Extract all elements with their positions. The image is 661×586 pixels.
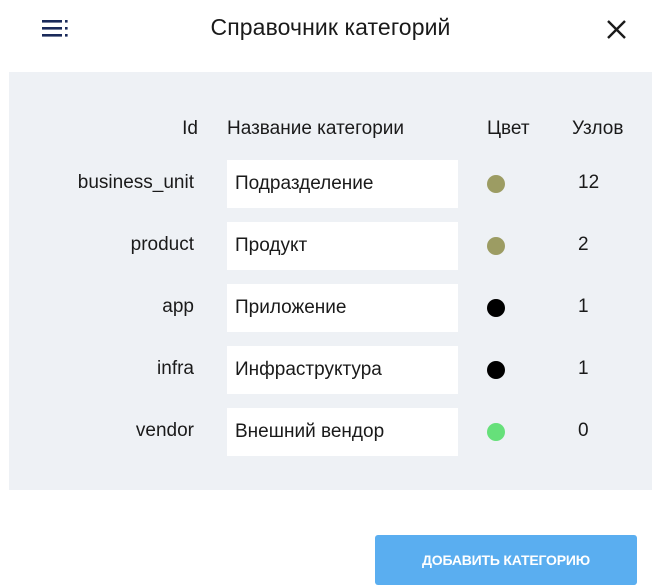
dialog-title: Справочник категорий — [210, 14, 451, 40]
category-id: infra — [157, 358, 194, 379]
category-color-swatch[interactable] — [487, 423, 505, 441]
category-name-input[interactable] — [227, 346, 458, 394]
category-id: vendor — [135, 420, 194, 441]
category-node-count: 12 — [578, 172, 600, 193]
table-row: infra 1 — [0, 346, 661, 394]
column-header-id: Id — [182, 118, 198, 139]
column-header-color: Цвет — [487, 118, 530, 139]
category-color-swatch[interactable] — [487, 237, 505, 255]
category-name-input[interactable] — [227, 160, 458, 208]
category-color-swatch[interactable] — [487, 361, 505, 379]
category-id: app — [162, 296, 194, 317]
category-name-input[interactable] — [227, 284, 458, 332]
category-name-input[interactable] — [227, 222, 458, 270]
close-button[interactable] — [600, 12, 634, 46]
column-header-name: Название категории — [227, 118, 404, 139]
table-row: vendor 0 — [0, 408, 661, 456]
table-row: app 1 — [0, 284, 661, 332]
table-row: business_unit 12 — [0, 160, 661, 208]
category-color-swatch[interactable] — [487, 299, 505, 317]
category-id: product — [130, 234, 194, 255]
category-node-count: 2 — [578, 234, 589, 255]
column-header-count: Узлов — [572, 118, 624, 139]
category-node-count: 1 — [578, 358, 589, 379]
close-icon — [607, 20, 626, 39]
category-color-swatch[interactable] — [487, 175, 505, 193]
category-name-input[interactable] — [227, 408, 458, 456]
category-node-count: 0 — [578, 420, 589, 441]
dialog-header: Справочник категорий — [0, 0, 661, 56]
category-node-count: 1 — [578, 296, 589, 317]
table-row: product 2 — [0, 222, 661, 270]
category-id: business_unit — [77, 172, 194, 193]
add-category-button[interactable]: ДОБАВИТЬ КАТЕГОРИЮ — [375, 535, 637, 585]
